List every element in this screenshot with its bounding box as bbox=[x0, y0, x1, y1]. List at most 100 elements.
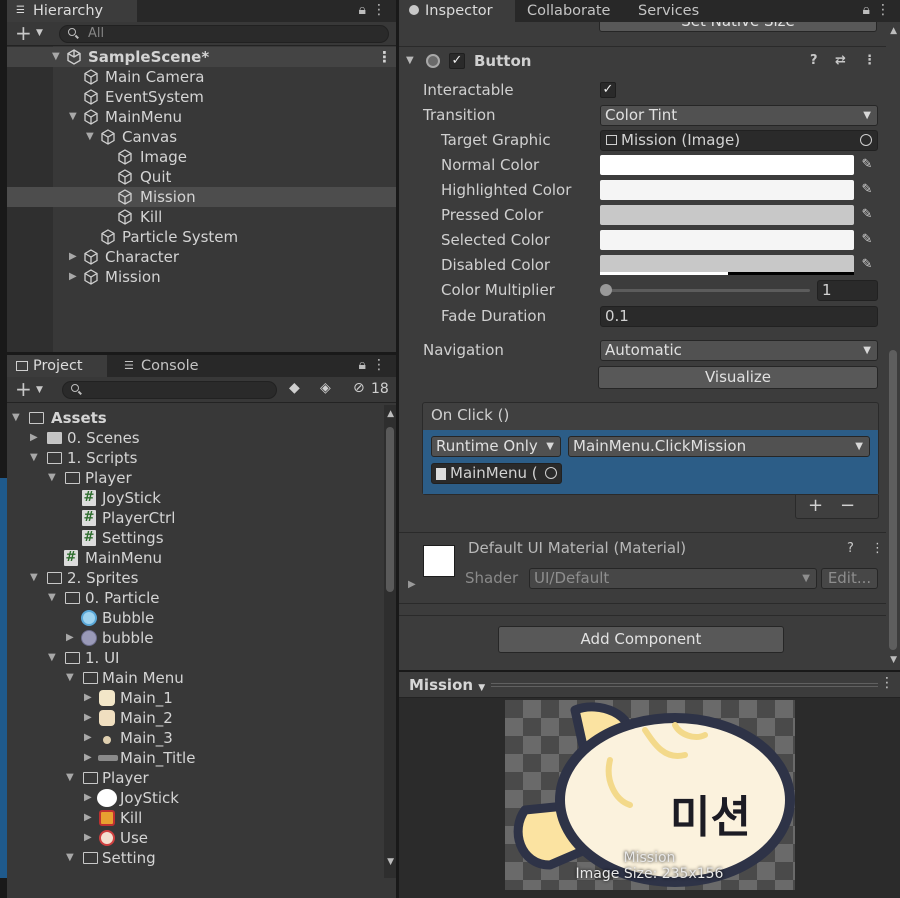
eyedropper-icon[interactable]: ✎ bbox=[856, 180, 878, 200]
hierarchy-search-input[interactable]: All bbox=[59, 25, 389, 43]
scroll-down-icon[interactable]: ▼ bbox=[890, 655, 897, 665]
hidden-packages-icon[interactable]: ⊘ bbox=[353, 380, 365, 396]
object-picker-icon[interactable] bbox=[545, 467, 557, 479]
collapse-arrow-icon[interactable]: ▶ bbox=[84, 688, 92, 708]
collapse-arrow-icon[interactable]: ▶ bbox=[66, 628, 74, 648]
object-picker-icon[interactable] bbox=[860, 134, 872, 146]
eyedropper-icon[interactable]: ✎ bbox=[856, 230, 878, 250]
collapse-arrow-icon[interactable]: ▶ bbox=[84, 828, 92, 848]
normal-color-swatch[interactable] bbox=[600, 155, 854, 175]
more-icon[interactable]: ⋮ bbox=[372, 2, 386, 18]
project-item[interactable]: ▶ Main_2 bbox=[7, 708, 384, 728]
expand-arrow-icon[interactable]: ▼ bbox=[66, 668, 74, 688]
remove-listener-button[interactable]: − bbox=[840, 495, 855, 516]
preview-menu-icon[interactable]: ⋮ bbox=[880, 675, 894, 691]
fade-duration-input[interactable]: 0.1 bbox=[600, 306, 878, 327]
transition-dropdown[interactable]: Color Tint ▼ bbox=[600, 105, 878, 126]
project-item[interactable]: # MainMenu bbox=[7, 548, 384, 568]
hierarchy-item[interactable]: EventSystem bbox=[7, 87, 396, 107]
project-item[interactable]: # PlayerCtrl bbox=[7, 508, 384, 528]
function-dropdown[interactable]: MainMenu.ClickMission ▼ bbox=[568, 436, 870, 457]
expand-arrow-icon[interactable]: ▼ bbox=[30, 448, 38, 468]
create-dropdown-icon[interactable]: ▼ bbox=[36, 28, 43, 38]
shader-dropdown[interactable]: UI/Default ▼ bbox=[529, 568, 817, 589]
set-native-size-button[interactable]: Set Native Size bbox=[599, 22, 877, 32]
tab-inspector[interactable]: Inspector bbox=[399, 0, 515, 22]
add-component-button[interactable]: Add Component bbox=[498, 626, 784, 653]
hierarchy-item[interactable]: Kill bbox=[7, 207, 396, 227]
expand-arrow-icon[interactable]: ▼ bbox=[66, 848, 74, 868]
expand-arrow-icon[interactable]: ▼ bbox=[30, 568, 38, 588]
project-item[interactable]: # Settings bbox=[7, 528, 384, 548]
collapse-arrow-icon[interactable]: ▶ bbox=[84, 748, 92, 768]
help-icon[interactable]: ? bbox=[847, 541, 854, 556]
hierarchy-item[interactable]: ▶ Character bbox=[7, 247, 396, 267]
preview-drag-handle[interactable] bbox=[491, 683, 878, 687]
collapse-arrow-icon[interactable]: ▶ bbox=[69, 267, 77, 287]
project-item[interactable]: ▶ JoyStick bbox=[7, 788, 384, 808]
project-item[interactable]: ▼ Main Menu bbox=[7, 668, 384, 688]
project-item[interactable]: ▼ Player bbox=[7, 468, 384, 488]
eyedropper-icon[interactable]: ✎ bbox=[856, 255, 878, 275]
project-item[interactable]: ▶ bubble bbox=[7, 628, 384, 648]
expand-arrow-icon[interactable]: ▼ bbox=[66, 768, 74, 788]
add-listener-button[interactable]: + bbox=[808, 495, 823, 516]
material-menu-icon[interactable]: ⋮ bbox=[871, 541, 884, 556]
navigation-dropdown[interactable]: Automatic ▼ bbox=[600, 340, 878, 361]
expand-arrow-icon[interactable]: ▼ bbox=[48, 468, 56, 488]
help-icon[interactable]: ? bbox=[810, 48, 818, 74]
project-item[interactable]: ▶ Main_1 bbox=[7, 688, 384, 708]
visualize-button[interactable]: Visualize bbox=[598, 366, 878, 389]
collapse-arrow-icon[interactable]: ▶ bbox=[69, 247, 77, 267]
hierarchy-item[interactable]: ▼ MainMenu bbox=[7, 107, 396, 127]
more-icon[interactable]: ⋮ bbox=[876, 2, 890, 18]
interactable-checkbox[interactable]: ✓ bbox=[600, 82, 616, 98]
hierarchy-item-selected[interactable]: Mission bbox=[7, 187, 396, 207]
project-item[interactable]: ▼ Assets bbox=[7, 408, 384, 428]
collapse-arrow-icon[interactable]: ▶ bbox=[84, 788, 92, 808]
collapse-arrow-icon[interactable]: ▶ bbox=[84, 808, 92, 828]
project-item[interactable]: ▶ Main_3 bbox=[7, 728, 384, 748]
filter-by-type-icon[interactable]: ◆ bbox=[289, 380, 300, 396]
component-enabled-checkbox[interactable]: ✓ bbox=[449, 53, 465, 69]
material-expand-icon[interactable]: ▶ bbox=[408, 579, 416, 590]
preview-dropdown[interactable]: Mission ▼ bbox=[409, 676, 485, 694]
project-item[interactable]: ▶ Use bbox=[7, 828, 384, 848]
hierarchy-item[interactable]: Particle System bbox=[7, 227, 396, 247]
scroll-down-icon[interactable]: ▼ bbox=[387, 857, 394, 867]
project-item[interactable]: ▶ Kill bbox=[7, 808, 384, 828]
tab-project[interactable]: Project bbox=[7, 355, 107, 377]
hierarchy-item[interactable]: Main Camera bbox=[7, 67, 396, 87]
hierarchy-item[interactable]: Image bbox=[7, 147, 396, 167]
project-item[interactable]: Bubble bbox=[7, 608, 384, 628]
collapse-arrow-icon[interactable]: ▶ bbox=[84, 708, 92, 728]
hierarchy-item[interactable]: ▼ Canvas bbox=[7, 127, 396, 147]
tab-hierarchy[interactable]: ☰ Hierarchy bbox=[7, 0, 137, 22]
inspector-scrollbar-thumb[interactable] bbox=[889, 350, 897, 650]
project-item[interactable]: ▼ 0. Particle bbox=[7, 588, 384, 608]
onclick-listener-selected[interactable]: Runtime Only ▼ MainMenu.ClickMission ▼ M… bbox=[423, 430, 878, 494]
expand-arrow-icon[interactable]: ▼ bbox=[12, 408, 20, 428]
project-search-input[interactable] bbox=[62, 381, 277, 399]
eyedropper-icon[interactable]: ✎ bbox=[856, 155, 878, 175]
expand-arrow-icon[interactable]: ▼ bbox=[52, 47, 60, 67]
scene-more-icon[interactable]: ⋮ bbox=[377, 47, 392, 67]
lock-icon[interactable]: 🔒︎ bbox=[359, 2, 366, 18]
edit-shader-button[interactable]: Edit... bbox=[821, 568, 878, 589]
expand-arrow-icon[interactable]: ▼ bbox=[86, 127, 94, 147]
target-graphic-field[interactable]: Mission (Image) bbox=[600, 130, 878, 151]
color-multiplier-slider-track[interactable] bbox=[605, 289, 810, 292]
presets-icon[interactable]: ⇄ bbox=[835, 48, 846, 74]
project-item[interactable]: ▼ Setting bbox=[7, 848, 384, 868]
hierarchy-item[interactable]: ▶ Mission bbox=[7, 267, 396, 287]
more-icon[interactable]: ⋮ bbox=[372, 357, 386, 373]
color-multiplier-input[interactable]: 1 bbox=[817, 280, 878, 301]
project-scrollbar-thumb[interactable] bbox=[386, 427, 394, 592]
tab-services[interactable]: Services bbox=[626, 0, 726, 22]
project-item[interactable]: # JoyStick bbox=[7, 488, 384, 508]
lock-icon[interactable]: 🔒︎ bbox=[863, 2, 870, 18]
collapse-arrow-icon[interactable]: ▼ bbox=[406, 48, 414, 74]
project-item[interactable]: ▼ 2. Sprites bbox=[7, 568, 384, 588]
project-item[interactable]: ▼ 1. Scripts bbox=[7, 448, 384, 468]
selected-color-swatch[interactable] bbox=[600, 230, 854, 250]
